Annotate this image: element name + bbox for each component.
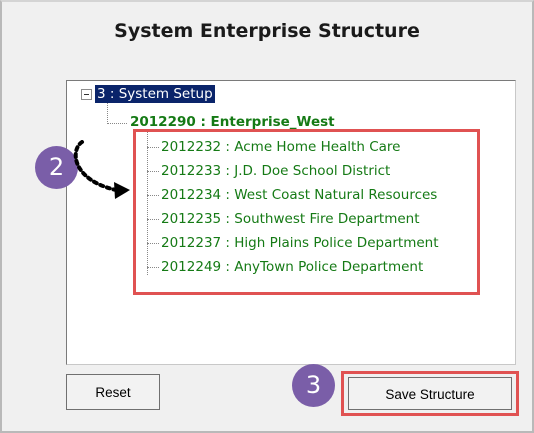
reset-button[interactable]: Reset (66, 374, 160, 410)
highlight-box-children (133, 129, 480, 295)
tree-root-node[interactable]: 3 : System Setup (95, 85, 215, 103)
panel-title: System Enterprise Structure (114, 20, 420, 42)
curved-arrow-icon (73, 140, 130, 199)
tree-enterprise-node[interactable]: 2012290 : Enterprise_West (130, 114, 335, 130)
enterprise-structure-panel: System Enterprise Structure 3 : System S… (0, 0, 534, 433)
collapse-icon[interactable] (81, 89, 92, 100)
save-structure-button[interactable]: Save Structure (348, 377, 512, 410)
callout-badge-3: 3 (292, 364, 335, 407)
tree-connector (107, 123, 127, 124)
tree-connector (107, 103, 108, 124)
